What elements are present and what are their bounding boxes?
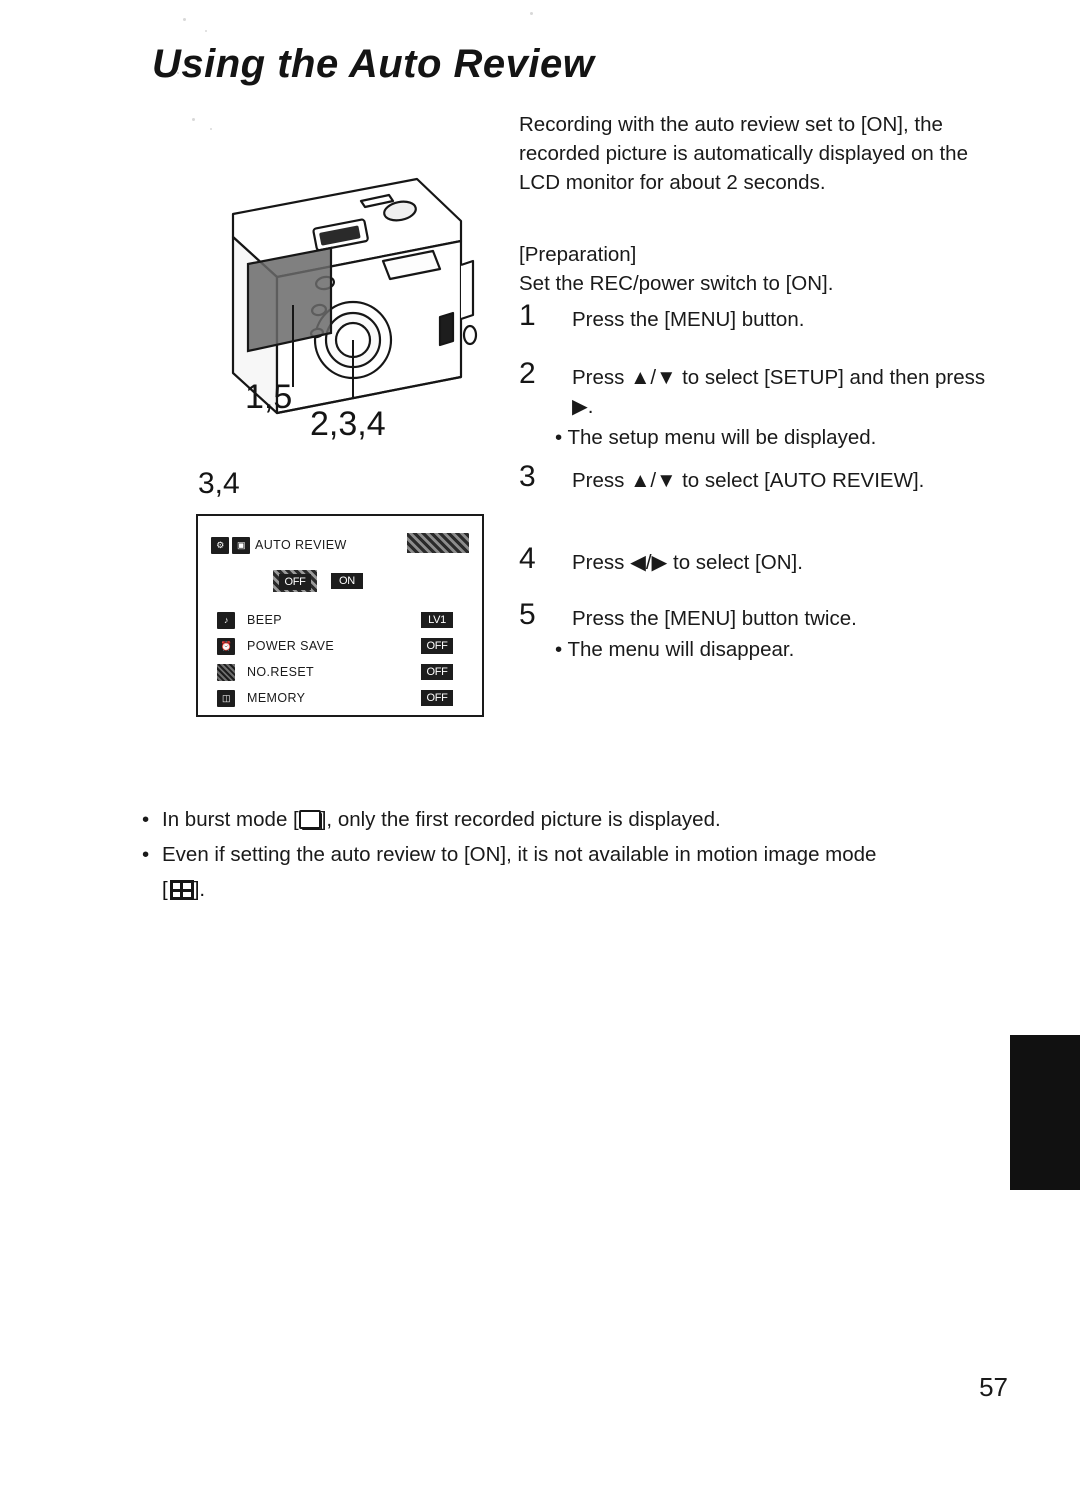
auto-review-off-label: OFF xyxy=(279,574,311,590)
step-text: Press the [MENU] button twice. xyxy=(572,607,857,630)
lcd-menu-illustration: ⚙ ▣ AUTO REVIEW OFF ON ♪ BEEP LV1 ⏰ POWE… xyxy=(196,514,484,717)
step-item: 2 Press ▲/▼ to select [SETUP] and then p… xyxy=(519,357,989,452)
page-number: 57 xyxy=(979,1372,1008,1402)
preparation-heading: [Preparation] xyxy=(519,243,637,266)
lcd-row-value: LV1 xyxy=(421,612,453,628)
manual-page: Using the Auto Review 1,5 2,3,4 3,4 ⚙ ▣ … xyxy=(0,0,1080,1507)
steps-list: 1 Press the [MENU] button. 2 Press ▲/▼ t… xyxy=(519,299,989,668)
scan-artifact xyxy=(183,18,186,21)
footnote-burst-pre: In burst mode [ xyxy=(162,808,299,831)
step-number: 3 xyxy=(519,460,536,493)
intro-paragraph: Recording with the auto review set to [O… xyxy=(519,113,968,194)
auto-review-toggle: OFF ON xyxy=(273,569,413,593)
burst-mode-icon xyxy=(298,808,321,829)
preparation-text: Set the REC/power switch to [ON]. xyxy=(519,272,834,295)
lcd-setting-rows: ♪ BEEP LV1 ⏰ POWER SAVE OFF NO.RESET OFF… xyxy=(217,607,465,711)
setup-tab-icon: ⚙ xyxy=(211,536,229,554)
step-item: 1 Press the [MENU] button. xyxy=(519,299,989,345)
callout-1-5: 1,5 xyxy=(245,378,293,416)
step-number: 4 xyxy=(519,542,536,575)
preparation-block: [Preparation] Set the REC/power switch t… xyxy=(519,240,974,298)
lcd-row: ♪ BEEP LV1 xyxy=(217,607,465,633)
lcd-row-label: POWER SAVE xyxy=(247,639,335,653)
no-reset-icon xyxy=(217,663,235,681)
lcd-row-value: OFF xyxy=(421,638,453,654)
footnote-motion-image: Even if setting the auto review to [ON],… xyxy=(140,840,970,869)
lcd-tab-highlight xyxy=(407,533,469,553)
auto-review-off-option: OFF xyxy=(273,570,317,592)
step-number: 5 xyxy=(519,598,536,631)
step-number: 2 xyxy=(519,357,536,390)
step-item: 3 Press ▲/▼ to select [AUTO REVIEW]. xyxy=(519,460,989,536)
callout-2-3-4: 2,3,4 xyxy=(310,405,386,443)
lcd-row: ◫ MEMORY OFF xyxy=(217,685,465,711)
footnote-motion-icon-line: []. xyxy=(140,875,970,904)
lcd-row-value: OFF xyxy=(421,664,453,680)
step-item: 5 Press the [MENU] button twice. • The m… xyxy=(519,598,989,664)
step-subtext: • The menu will disappear. xyxy=(555,638,795,661)
footnote-burst-mode: In burst mode [ ], only the first recorde… xyxy=(140,805,970,834)
scan-artifact xyxy=(530,12,533,15)
scan-artifact xyxy=(210,128,212,130)
beep-icon: ♪ xyxy=(217,611,235,629)
step-item: 4 Press ◀/▶ to select [ON]. xyxy=(519,542,989,590)
lcd-row: ⏰ POWER SAVE OFF xyxy=(217,633,465,659)
page-title: Using the Auto Review xyxy=(152,42,595,86)
page-edge-tab xyxy=(1010,1035,1080,1190)
lcd-header-label: AUTO REVIEW xyxy=(255,538,347,552)
lcd-row-label: NO.RESET xyxy=(247,665,315,679)
lcd-row-label: BEEP xyxy=(247,613,282,627)
footnotes: In burst mode [ ], only the first recorde… xyxy=(140,805,970,904)
lcd-row: NO.RESET OFF xyxy=(217,659,465,685)
step-text: Press ▲/▼ to select [SETUP] and then pre… xyxy=(572,366,986,418)
scan-artifact xyxy=(205,30,207,32)
motion-image-icon xyxy=(169,875,194,904)
footnote-motion-pre: Even if setting the auto review to [ON],… xyxy=(162,843,877,866)
step-number: 1 xyxy=(519,299,536,332)
footnote-motion-bracket-open: [ xyxy=(162,878,168,901)
step-text: Press ▲/▼ to select [AUTO REVIEW]. xyxy=(572,469,925,492)
scan-artifact xyxy=(192,118,195,121)
step-text: Press ◀/▶ to select [ON]. xyxy=(572,551,803,574)
callout-3-4: 3,4 xyxy=(198,467,240,500)
lcd-row-label: MEMORY xyxy=(247,691,306,705)
step-text: Press the [MENU] button. xyxy=(572,308,805,331)
lcd-row-value: OFF xyxy=(421,690,453,706)
step-subtext: • The setup menu will be displayed. xyxy=(555,426,877,449)
memory-icon: ◫ xyxy=(217,689,235,707)
camera-icon: ▣ xyxy=(232,536,250,554)
power-save-icon: ⏰ xyxy=(217,637,235,655)
footnote-burst-post: ], only the first recorded picture is di… xyxy=(320,808,721,831)
auto-review-on-label: ON xyxy=(331,573,363,589)
footnote-motion-bracket-close: ]. xyxy=(193,878,206,901)
